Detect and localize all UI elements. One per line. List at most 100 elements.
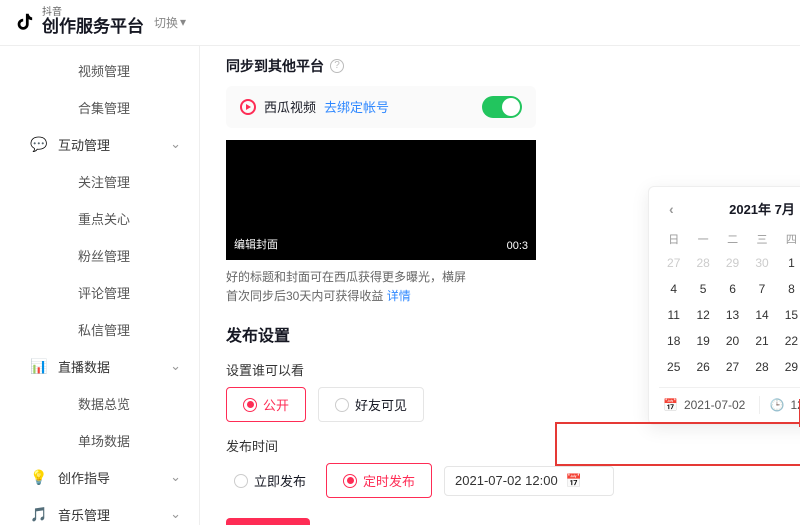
sidebar-item[interactable]: 视频管理 [0,52,199,89]
douyin-logo-icon [14,11,36,33]
sidebar: 视频管理合集管理 💬 互动管理 ⌄ 关注管理重点关心粉丝管理评论管理私信管理 📊 直播数据 ⌄… [0,46,200,525]
sidebar-item-label: 单场数据 [78,431,130,450]
publish-button[interactable]: 发布 [226,518,310,525]
help-icon[interactable]: ? [330,59,344,73]
brand-title: 创作服务平台 [42,17,144,36]
xigua-sync-toggle[interactable] [482,96,522,118]
date-picker-popover: ‹ 2021年 7月 › 日一二三四五六 2728293012345678910… [648,186,800,425]
sidebar-item[interactable]: 关注管理 [0,163,199,200]
calendar-day[interactable]: 5 [688,277,717,301]
sidebar-item-label: 评论管理 [78,283,130,302]
sidebar-item-label: 音乐管理 [58,505,110,524]
sidebar-item[interactable]: 合集管理 [0,89,199,126]
radio-icon [343,474,357,488]
sidebar-item[interactable]: 数据总览 [0,385,199,422]
calendar-time-display[interactable]: 🕒 12:00 [759,396,800,414]
bind-account-link[interactable]: 去绑定帐号 [324,97,389,116]
sidebar-item[interactable]: 💬 互动管理 ⌄ [0,126,199,163]
xigua-icon [240,99,256,115]
sidebar-item-label: 数据总览 [78,394,130,413]
chat-icon: 💬 [30,135,48,153]
main-content: 同步到其他平台 ? 西瓜视频 去绑定帐号 编辑封面 00:3 好的标题和封面可在… [200,46,800,525]
radio-icon [243,398,257,412]
sidebar-item[interactable]: 私信管理 [0,311,199,348]
calendar-weekday: 一 [688,227,717,251]
sidebar-item[interactable]: 单场数据 [0,422,199,459]
calendar-day[interactable]: 19 [688,329,717,353]
calendar-day[interactable]: 18 [659,329,688,353]
calendar-day[interactable]: 6 [718,277,747,301]
bars-icon: 📊 [30,357,48,375]
prev-month-button[interactable]: ‹ [665,199,678,219]
calendar-day[interactable]: 27 [718,355,747,379]
video-cover-preview[interactable]: 编辑封面 00:3 [226,140,536,260]
calendar-weekday: 日 [659,227,688,251]
radio-icon [335,398,349,412]
chevron-down-icon: ⌄ [170,469,181,485]
calendar-day[interactable]: 8 [777,277,800,301]
visibility-friends-option[interactable]: 好友可见 [318,387,424,422]
sidebar-item-label: 粉丝管理 [78,246,130,265]
calendar-day[interactable]: 27 [659,251,688,275]
calendar-day[interactable]: 28 [688,251,717,275]
sidebar-item[interactable]: 🎵 音乐管理 ⌄ [0,496,199,525]
calendar-day[interactable]: 15 [777,303,800,327]
sidebar-item-label: 私信管理 [78,320,130,339]
calendar-weekday: 三 [747,227,776,251]
detail-link[interactable]: 详情 [387,289,411,303]
sidebar-item-label: 合集管理 [78,98,130,117]
visibility-public-option[interactable]: 公开 [226,387,306,422]
calendar-day[interactable]: 26 [688,355,717,379]
calendar-day[interactable]: 28 [747,355,776,379]
sidebar-item-label: 关注管理 [78,172,130,191]
video-duration: 00:3 [507,240,528,252]
xigua-label: 西瓜视频 [264,97,316,116]
calendar-day[interactable]: 12 [688,303,717,327]
sidebar-item[interactable]: 重点关心 [0,200,199,237]
scheduled-datetime-input[interactable]: 2021-07-02 12:00 📅 [444,466,614,496]
sidebar-item[interactable]: 💡 创作指导 ⌄ [0,459,199,496]
sidebar-item[interactable]: 粉丝管理 [0,237,199,274]
publish-scheduled-option[interactable]: 定时发布 [326,463,432,498]
calendar-weekday: 四 [777,227,800,251]
calendar-day[interactable]: 21 [747,329,776,353]
music-icon: 🎵 [30,505,48,523]
calendar-icon: 📅 [566,473,582,489]
xigua-sync-row: 西瓜视频 去绑定帐号 [226,86,536,128]
video-description: 好的标题和封面可在西瓜获得更多曝光，横屏 首次同步后30天内可获得收益 详情 [226,268,566,306]
publish-now-option[interactable]: 立即发布 [226,464,314,497]
calendar-date-display[interactable]: 📅 2021-07-02 [659,396,759,414]
cancel-button[interactable]: 取消 [326,518,386,525]
chevron-down-icon: ⌄ [170,136,181,152]
clock-icon: 🕒 [770,398,785,412]
calendar-day[interactable]: 30 [747,251,776,275]
calendar-month-title: 2021年 7月 [729,199,795,218]
radio-icon [234,474,248,488]
calendar-day[interactable]: 11 [659,303,688,327]
calendar-icon: 📅 [663,398,678,412]
calendar-day[interactable]: 25 [659,355,688,379]
switch-workspace-link[interactable]: 切换 ▾ [154,14,186,31]
calendar-day[interactable]: 20 [718,329,747,353]
sync-section-title: 同步到其他平台 [226,56,324,76]
calendar-day[interactable]: 4 [659,277,688,301]
calendar-day[interactable]: 22 [777,329,800,353]
calendar-weekday: 二 [718,227,747,251]
calendar-day[interactable]: 7 [747,277,776,301]
calendar-day[interactable]: 14 [747,303,776,327]
sidebar-item-label: 互动管理 [58,135,110,154]
sidebar-item[interactable]: 评论管理 [0,274,199,311]
edit-cover-badge[interactable]: 编辑封面 [234,236,278,252]
calendar-day[interactable]: 29 [777,355,800,379]
calendar-day[interactable]: 13 [718,303,747,327]
annotation-highlight [555,422,800,466]
calendar-day[interactable]: 29 [718,251,747,275]
bulb-icon: 💡 [30,468,48,486]
sidebar-item-label: 创作指导 [58,468,110,487]
chevron-down-icon: ⌄ [170,506,181,522]
chevron-down-icon: ▾ [180,15,186,29]
calendar-day[interactable]: 1 [777,251,800,275]
sidebar-item-label: 直播数据 [58,357,110,376]
sidebar-item[interactable]: 📊直播数据⌄ [0,348,199,385]
brand-block: 抖音 创作服务平台 [42,8,144,37]
